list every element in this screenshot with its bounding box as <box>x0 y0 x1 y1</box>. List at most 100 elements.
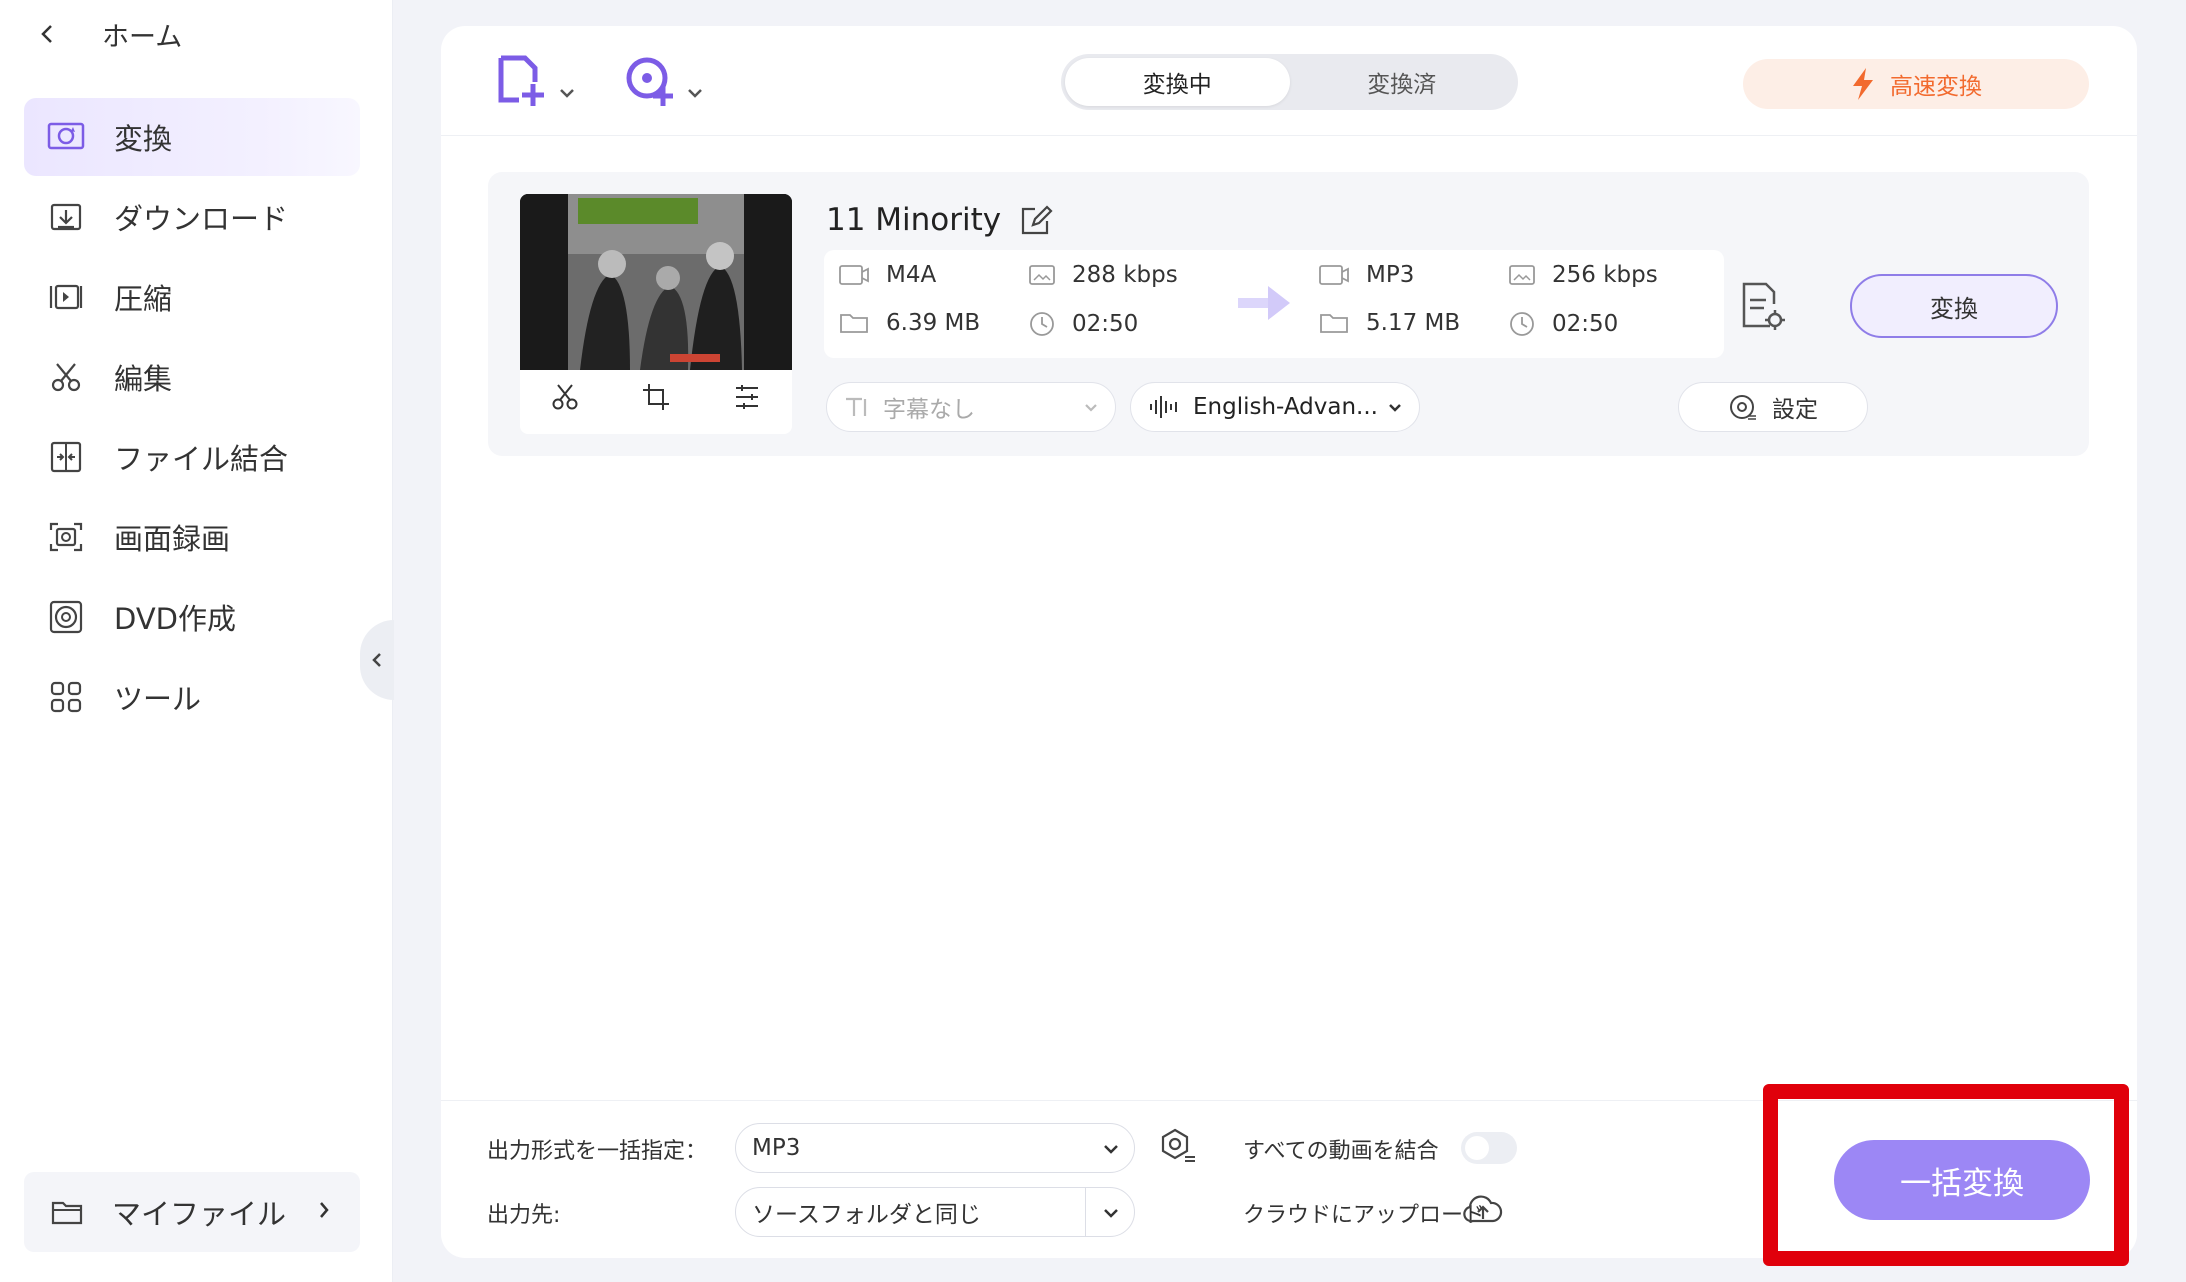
dvd-icon <box>46 597 86 637</box>
sidebar-item-label: ツール <box>114 682 202 716</box>
chevron-down-icon <box>1102 1139 1120 1159</box>
home-link[interactable]: ホーム <box>40 12 182 56</box>
sidebar-item-label: DVD作成 <box>114 602 236 636</box>
tab-converting[interactable]: 変換中 <box>1065 58 1290 106</box>
audio-track-value: English-Advan... <box>1193 394 1378 420</box>
arrow-right-icon <box>1234 280 1294 326</box>
target-duration: 02:50 <box>1508 310 1618 338</box>
sidebar-item-download[interactable]: ダウンロード <box>24 178 360 256</box>
tools-icon <box>46 677 86 717</box>
sidebar-item-label: 画面録画 <box>114 522 231 556</box>
file-title-row: 11 Minority <box>826 202 1053 238</box>
screen-record-icon <box>46 517 86 557</box>
sidebar-item-dvd[interactable]: DVD作成 <box>24 578 360 656</box>
resolution-icon <box>1508 263 1536 287</box>
merge-all-label: すべての動画を結合 <box>1243 1139 1439 1164</box>
subtitle-dropdown[interactable]: 字幕なし <box>826 382 1116 432</box>
compress-icon <box>46 277 86 317</box>
chevron-down-icon <box>1387 398 1403 418</box>
file-title: 11 Minority <box>826 202 1002 238</box>
my-files-label: マイファイル <box>112 1197 287 1231</box>
thumbnail-actions <box>520 382 792 412</box>
folder-icon <box>1318 311 1350 335</box>
sidebar-item-merge[interactable]: ファイル結合 <box>24 418 360 496</box>
output-format-label: 出力形式を一括指定： <box>487 1139 708 1164</box>
album-art-thumbnail[interactable] <box>520 194 792 370</box>
home-label: ホーム <box>102 21 183 53</box>
settings-label: 設定 <box>1772 397 1818 423</box>
scissors-icon <box>46 357 86 397</box>
source-format: M4A <box>838 262 936 288</box>
add-disc-button[interactable] <box>625 54 703 108</box>
sidebar-item-label: ファイル結合 <box>114 442 289 476</box>
file-card: 11 Minority M4A 288 kbps 6.39 MB 02:50 M… <box>488 172 2089 456</box>
chevron-down-icon <box>1083 398 1099 418</box>
sidebar-item-screen-record[interactable]: 画面録画 <box>24 498 360 576</box>
toolbar: 変換中 変換済 高速変換 <box>441 26 2137 136</box>
output-format-value: MP3 <box>752 1135 801 1161</box>
cloud-upload-label: クラウドにアップロード <box>1243 1203 1486 1228</box>
video-file-icon <box>1318 263 1350 287</box>
chevron-right-icon <box>318 1200 330 1220</box>
folder-icon <box>838 311 870 335</box>
settings-gear-icon <box>1728 392 1758 422</box>
sidebar-item-label: 圧縮 <box>114 282 173 316</box>
resolution-icon <box>1028 263 1056 287</box>
output-destination-label: 出力先: <box>487 1203 561 1228</box>
thumbnail-panel <box>520 194 792 434</box>
source-bitrate: 288 kbps <box>1028 262 1178 288</box>
edit-title-icon[interactable] <box>1019 203 1053 237</box>
back-chevron-icon <box>40 23 54 45</box>
format-info-box: M4A 288 kbps 6.39 MB 02:50 MP3 256 kbps … <box>824 250 1724 358</box>
source-size: 6.39 MB <box>838 310 980 336</box>
fast-convert-label: 高速変換 <box>1890 74 1982 100</box>
sidebar-item-label: 変換 <box>114 122 173 156</box>
output-settings-icon[interactable] <box>1740 280 1786 332</box>
format-settings-icon[interactable] <box>1157 1127 1197 1167</box>
my-files-button[interactable]: マイファイル <box>24 1172 360 1252</box>
clock-icon <box>1028 310 1056 338</box>
cloud-upload-icon[interactable] <box>1461 1191 1505 1227</box>
sidebar-nav: 変換 ダウンロード 圧縮 編集 ファイル結合 画面録画 DVD作成 ツール <box>24 98 360 738</box>
main-panel: 変換中 変換済 高速変換 11 Minority M4A 288 kbps 6.… <box>441 26 2137 1258</box>
target-format: MP3 <box>1318 262 1414 288</box>
add-disc-icon <box>625 54 677 108</box>
lightning-icon <box>1850 66 1876 102</box>
trim-scissors-icon[interactable] <box>550 382 580 412</box>
chevron-down-icon <box>1102 1203 1120 1223</box>
subtitle-value: 字幕なし <box>883 397 975 423</box>
target-bitrate: 256 kbps <box>1508 262 1658 288</box>
sidebar-item-convert[interactable]: 変換 <box>24 98 360 176</box>
fast-convert-button[interactable]: 高速変換 <box>1743 59 2089 109</box>
crop-icon[interactable] <box>641 382 671 412</box>
sidebar-item-tools[interactable]: ツール <box>24 658 360 736</box>
output-format-select[interactable]: MP3 <box>735 1123 1135 1173</box>
add-file-button[interactable] <box>497 54 575 108</box>
tab-converted[interactable]: 変換済 <box>1290 58 1515 106</box>
chevron-down-icon <box>687 78 703 108</box>
merge-all-toggle[interactable] <box>1461 1132 1517 1164</box>
target-size: 5.17 MB <box>1318 310 1460 336</box>
download-icon <box>46 197 86 237</box>
settings-button[interactable]: 設定 <box>1678 382 1868 432</box>
chevron-down-icon <box>559 78 575 108</box>
text-icon <box>843 394 873 420</box>
sidebar-item-compress[interactable]: 圧縮 <box>24 258 360 336</box>
convert-button[interactable]: 変換 <box>1850 274 2058 338</box>
audio-track-dropdown[interactable]: English-Advan... <box>1130 382 1420 432</box>
chevron-left-icon <box>371 651 383 669</box>
sidebar-item-label: 編集 <box>114 362 173 396</box>
status-tabs: 変換中 変換済 <box>1061 54 1518 110</box>
folder-icon <box>50 1197 84 1227</box>
batch-convert-button[interactable]: 一括変換 <box>1834 1140 2090 1220</box>
convert-icon <box>46 117 86 157</box>
output-destination-value: ソースフォルダと同じ <box>752 1202 981 1228</box>
source-duration: 02:50 <box>1028 310 1138 338</box>
effects-icon[interactable] <box>732 382 762 412</box>
sidebar-item-edit[interactable]: 編集 <box>24 338 360 416</box>
sidebar-item-label: ダウンロード <box>114 202 289 236</box>
output-destination-select[interactable]: ソースフォルダと同じ <box>735 1187 1135 1237</box>
clock-icon <box>1508 310 1536 338</box>
audio-wave-icon <box>1147 394 1183 420</box>
merge-icon <box>46 437 86 477</box>
